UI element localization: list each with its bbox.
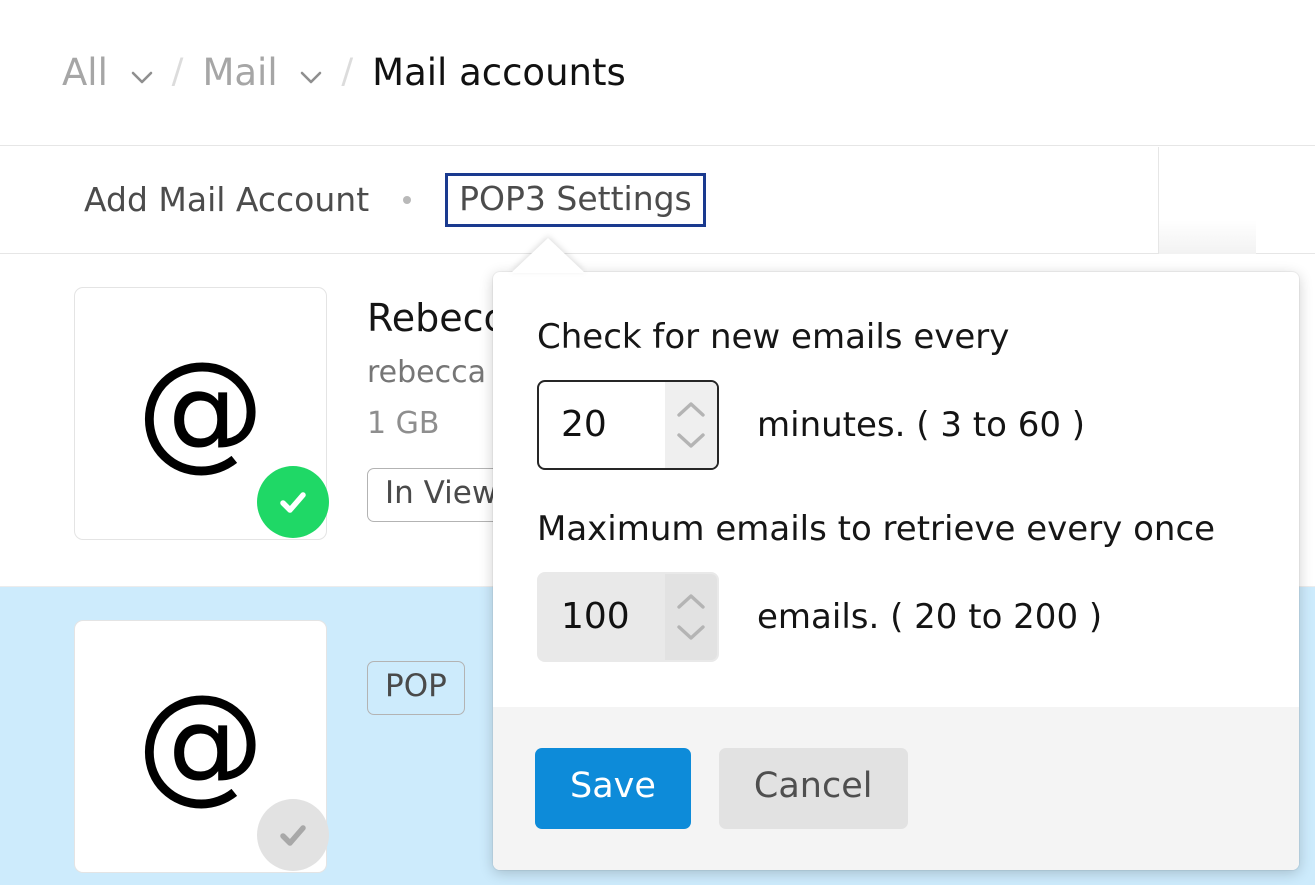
max-emails-suffix: emails. ( 20 to 200 ) bbox=[757, 600, 1102, 634]
breadcrumb-label-all: All bbox=[62, 51, 108, 94]
max-emails-label: Maximum emails to retrieve every once bbox=[537, 512, 1299, 546]
max-emails-value[interactable]: 100 bbox=[539, 599, 665, 635]
chevron-down-icon[interactable] bbox=[676, 432, 706, 449]
popover-arrow bbox=[511, 238, 585, 273]
pop3-settings-popover: Check for new emails every 20 minutes. (… bbox=[493, 272, 1299, 870]
avatar: @ bbox=[74, 620, 327, 873]
breadcrumb-separator-2: / bbox=[341, 55, 353, 90]
save-button[interactable]: Save bbox=[535, 748, 691, 829]
popover-footer: Save Cancel bbox=[493, 707, 1299, 870]
check-interval-row: 20 minutes. ( 3 to 60 ) bbox=[537, 380, 1299, 470]
status-badge bbox=[257, 799, 329, 871]
check-interval-stepper[interactable]: 20 bbox=[537, 380, 719, 470]
page-title: Mail accounts bbox=[372, 54, 626, 91]
stepper-controls bbox=[665, 574, 717, 660]
chevron-down-icon[interactable] bbox=[676, 624, 706, 641]
chevron-down-icon[interactable] bbox=[131, 71, 153, 85]
chevron-up-icon[interactable] bbox=[676, 401, 706, 418]
at-sign-icon: @ bbox=[137, 679, 265, 807]
account-badge[interactable]: POP bbox=[367, 661, 465, 715]
check-interval-value[interactable]: 20 bbox=[539, 407, 665, 443]
add-mail-account-button[interactable]: Add Mail Account bbox=[84, 183, 369, 216]
check-interval-suffix: minutes. ( 3 to 60 ) bbox=[757, 408, 1085, 442]
panel-shade bbox=[1159, 220, 1256, 254]
stepper-controls bbox=[665, 382, 717, 468]
breadcrumb-item-mail[interactable]: Mail bbox=[202, 54, 322, 91]
breadcrumb-item-all[interactable]: All bbox=[62, 54, 153, 91]
bullet-dot-icon bbox=[403, 196, 411, 204]
page-header: All / Mail / Mail accounts bbox=[0, 0, 1315, 146]
breadcrumb-label-mail: Mail bbox=[202, 51, 277, 94]
status-badge bbox=[257, 466, 329, 538]
max-emails-row: 100 emails. ( 20 to 200 ) bbox=[537, 572, 1299, 662]
breadcrumb: All / Mail / Mail accounts bbox=[62, 54, 626, 91]
toolbar: Add Mail Account POP3 Settings bbox=[0, 146, 1315, 254]
popover-body: Check for new emails every 20 minutes. (… bbox=[493, 272, 1299, 707]
avatar: @ bbox=[74, 287, 327, 540]
chevron-up-icon[interactable] bbox=[676, 593, 706, 610]
chevron-down-icon[interactable] bbox=[300, 71, 322, 85]
check-interval-label: Check for new emails every bbox=[537, 320, 1299, 354]
max-emails-stepper[interactable]: 100 bbox=[537, 572, 719, 662]
breadcrumb-separator-1: / bbox=[172, 55, 184, 90]
cancel-button[interactable]: Cancel bbox=[719, 748, 908, 829]
mail-accounts-page: All / Mail / Mail accounts Add Mail Acco… bbox=[0, 0, 1315, 885]
at-sign-icon: @ bbox=[137, 346, 265, 474]
pop3-settings-button[interactable]: POP3 Settings bbox=[445, 173, 706, 227]
